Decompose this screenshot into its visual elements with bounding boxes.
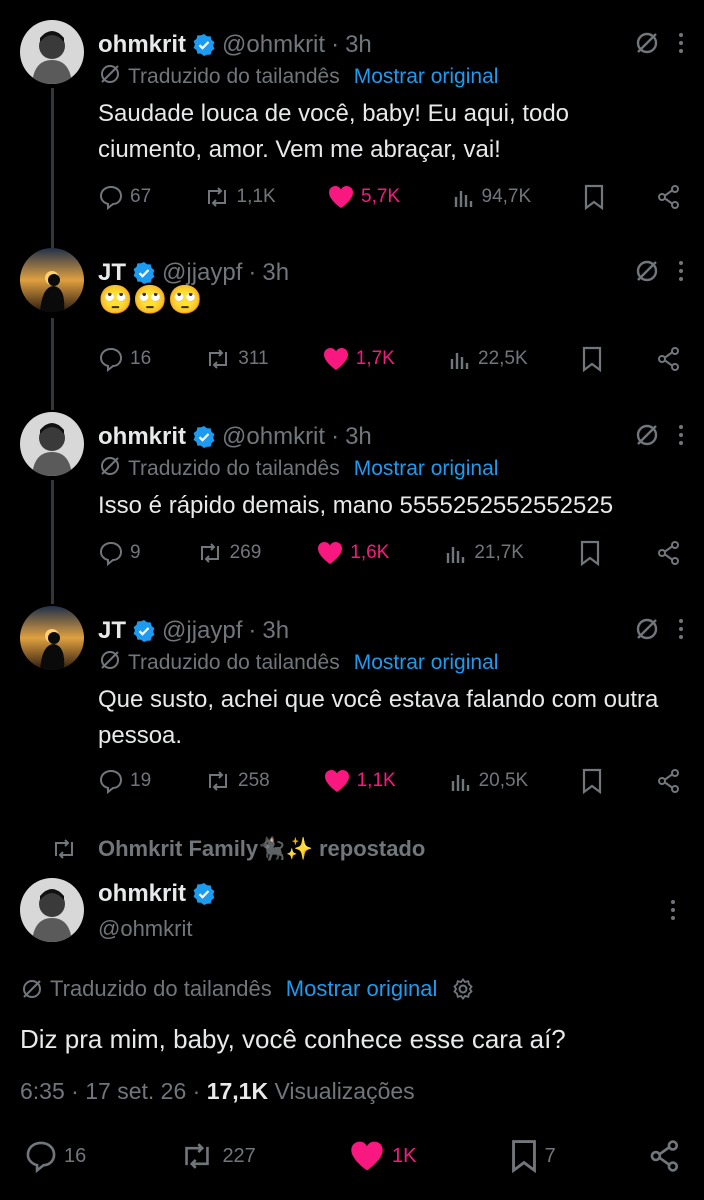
reposter-name[interactable]: Ohmkrit Family🐈‍⬛✨ bbox=[98, 836, 313, 862]
show-original-link[interactable]: Mostrar original bbox=[354, 651, 499, 675]
view-count: 17,1K bbox=[206, 1078, 269, 1104]
verified-badge-icon bbox=[192, 882, 216, 906]
like-button[interactable]: 1,6K bbox=[316, 540, 389, 566]
verified-badge-icon bbox=[192, 425, 216, 449]
more-options-icon[interactable] bbox=[678, 423, 684, 447]
bookmark-button[interactable] bbox=[579, 540, 601, 566]
translate-icon bbox=[98, 62, 122, 92]
tweet[interactable]: ohmkrit @ohmkrit · 3h Traduzido do taila… bbox=[0, 412, 704, 582]
tweet-text: Que susto, achei que você estava falando… bbox=[98, 686, 659, 749]
reply-button[interactable]: 67 bbox=[98, 184, 151, 210]
author-name[interactable]: JT bbox=[98, 617, 126, 645]
grok-icon[interactable] bbox=[634, 422, 660, 448]
avatar[interactable] bbox=[20, 606, 84, 670]
grok-icon[interactable] bbox=[634, 30, 660, 56]
share-button[interactable] bbox=[648, 1139, 682, 1173]
more-options-icon[interactable] bbox=[678, 259, 684, 283]
repost-button[interactable]: 269 bbox=[196, 540, 261, 566]
show-original-link[interactable]: Mostrar original bbox=[354, 65, 499, 89]
share-button[interactable] bbox=[656, 184, 682, 210]
reply-button[interactable]: 16 bbox=[24, 1139, 86, 1173]
show-original-link[interactable]: Mostrar original bbox=[286, 976, 438, 1002]
grok-icon[interactable] bbox=[634, 258, 660, 284]
avatar[interactable] bbox=[20, 248, 84, 312]
translation-notice: Traduzido do tailandês Mostrar original bbox=[98, 648, 498, 678]
post-date[interactable]: 17 set. 26 bbox=[85, 1078, 186, 1104]
share-button[interactable] bbox=[656, 540, 682, 566]
author-handle[interactable]: @ohmkrit bbox=[222, 31, 325, 59]
translate-icon bbox=[98, 454, 122, 484]
bookmark-button[interactable] bbox=[581, 346, 603, 372]
views-button[interactable]: 20,5K bbox=[449, 769, 528, 793]
repost-button[interactable]: 311 bbox=[204, 346, 269, 372]
author-handle[interactable]: @jjaypf bbox=[162, 617, 242, 645]
timestamp[interactable]: 3h bbox=[345, 423, 372, 451]
settings-gear-icon[interactable] bbox=[451, 977, 475, 1001]
translation-notice: Traduzido do tailandês Mostrar original bbox=[98, 62, 498, 92]
timestamp[interactable]: 3h bbox=[262, 617, 289, 645]
bookmark-button[interactable] bbox=[583, 184, 605, 210]
tweet-meta: 6:35 · 17 set. 26 · 17,1K Visualizações bbox=[20, 1078, 415, 1104]
translation-notice: Traduzido do tailandês Mostrar original bbox=[20, 976, 475, 1002]
reply-button[interactable]: 9 bbox=[98, 540, 141, 566]
author-handle[interactable]: @ohmkrit bbox=[98, 916, 192, 942]
verified-badge-icon bbox=[132, 619, 156, 643]
share-button[interactable] bbox=[656, 346, 682, 372]
tweet[interactable]: JT @jjaypf · 3h 🙄🙄🙄 16 311 1,7K 22,5K bbox=[0, 248, 704, 398]
avatar[interactable] bbox=[20, 20, 84, 84]
views-button[interactable]: 22,5K bbox=[448, 347, 528, 371]
author-name[interactable]: ohmkrit bbox=[98, 31, 186, 59]
repost-button[interactable]: 227 bbox=[178, 1139, 256, 1173]
translation-notice: Traduzido do tailandês Mostrar original bbox=[98, 454, 498, 484]
tweet-text: Isso é rápido demais, mano 5555252552552… bbox=[98, 492, 614, 519]
tweet[interactable]: ohmkrit @ohmkrit · 3h Traduzido do taila… bbox=[0, 20, 704, 220]
reply-button[interactable]: 19 bbox=[98, 768, 151, 794]
bookmark-button[interactable]: 7 bbox=[509, 1139, 556, 1173]
reply-button[interactable]: 16 bbox=[98, 346, 151, 372]
translate-icon bbox=[98, 648, 122, 678]
more-options-icon[interactable] bbox=[678, 31, 684, 55]
like-button[interactable]: 1,7K bbox=[322, 346, 395, 372]
avatar[interactable] bbox=[20, 412, 84, 476]
repost-button[interactable]: 1,1K bbox=[203, 184, 276, 210]
translate-icon bbox=[20, 977, 44, 1001]
repost-notice[interactable]: Ohmkrit Family🐈‍⬛✨ repostado bbox=[50, 836, 425, 862]
repost-button[interactable]: 258 bbox=[204, 768, 270, 794]
like-button[interactable]: 1K bbox=[348, 1139, 416, 1173]
show-original-link[interactable]: Mostrar original bbox=[354, 457, 499, 481]
tweet[interactable]: JT @jjaypf · 3h Traduzido do tailandês M… bbox=[0, 606, 704, 806]
share-button[interactable] bbox=[656, 768, 682, 794]
post-time[interactable]: 6:35 bbox=[20, 1078, 65, 1104]
bookmark-button[interactable] bbox=[581, 768, 603, 794]
repost-icon bbox=[50, 836, 78, 862]
author-name[interactable]: ohmkrit bbox=[98, 423, 186, 451]
like-button[interactable]: 1,1K bbox=[323, 768, 396, 794]
author-handle[interactable]: @ohmkrit bbox=[222, 423, 325, 451]
views-button[interactable]: 94,7K bbox=[452, 185, 531, 209]
author-name[interactable]: ohmkrit bbox=[98, 880, 186, 908]
like-button[interactable]: 5,7K bbox=[327, 184, 400, 210]
verified-badge-icon bbox=[192, 33, 216, 57]
tweet-text: Diz pra mim, baby, você conhece esse car… bbox=[20, 1024, 566, 1054]
views-button[interactable]: 21,7K bbox=[444, 541, 524, 565]
tweet-text: Saudade louca de você, baby! Eu aqui, to… bbox=[98, 100, 570, 163]
avatar[interactable] bbox=[20, 878, 84, 942]
grok-icon[interactable] bbox=[634, 616, 660, 642]
views-label: Visualizações bbox=[274, 1078, 415, 1104]
tweet-text: 🙄🙄🙄 bbox=[98, 284, 203, 315]
more-options-icon[interactable] bbox=[678, 617, 684, 641]
timestamp[interactable]: 3h bbox=[345, 31, 372, 59]
more-options-icon[interactable] bbox=[670, 898, 676, 922]
